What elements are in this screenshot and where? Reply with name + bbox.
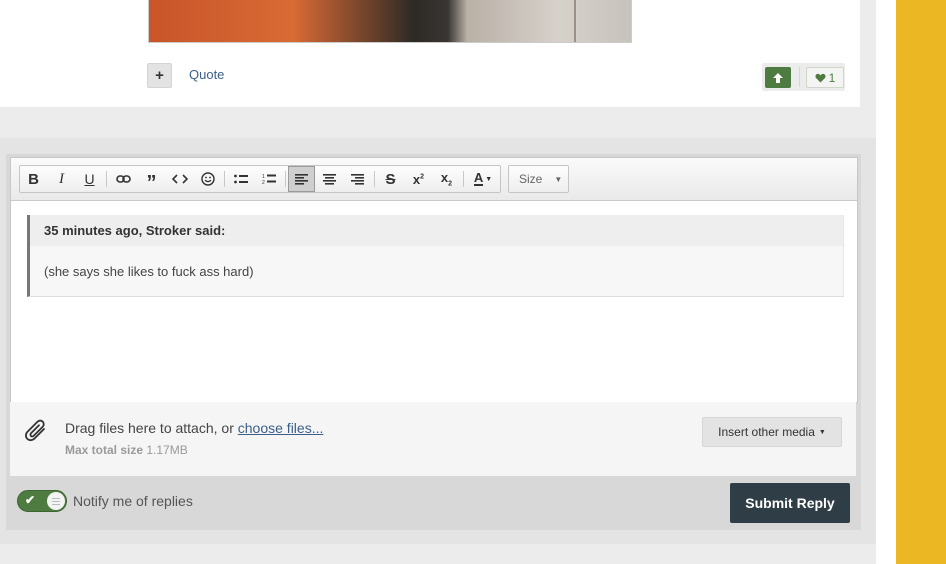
toolbar-separator <box>224 171 225 187</box>
quote-link[interactable]: Quote <box>189 67 224 82</box>
align-center-button[interactable] <box>316 166 343 192</box>
font-size-dropdown[interactable]: Size ▼ <box>508 165 569 193</box>
chevron-down-icon: ▼ <box>554 174 563 184</box>
toolbar-separator <box>106 171 107 187</box>
italic-button[interactable]: I <box>48 166 75 192</box>
align-left-button[interactable] <box>288 166 315 192</box>
side-stripe <box>896 0 946 564</box>
link-icon <box>116 175 131 183</box>
submit-reply-button[interactable]: Submit Reply <box>730 483 850 523</box>
heart-icon <box>815 73 826 83</box>
insert-media-button[interactable]: Insert other media ▼ <box>702 417 842 447</box>
attachment-area[interactable]: Drag files here to attach, or choose fil… <box>10 402 856 476</box>
post-image[interactable] <box>148 0 632 43</box>
attach-prompt-text: Drag files here to attach, or <box>65 420 238 436</box>
align-right-icon <box>350 173 364 185</box>
choose-files-link[interactable]: choose files... <box>238 420 324 436</box>
numbered-list-button[interactable]: 12 <box>255 166 282 192</box>
chevron-down-icon: ▼ <box>485 175 493 183</box>
code-icon <box>171 174 188 184</box>
emoji-button[interactable] <box>194 166 221 192</box>
notify-label: Notify me of replies <box>73 493 193 509</box>
notify-toggle[interactable]: ✔ <box>17 490 67 512</box>
superscript-button[interactable]: x2 <box>405 166 432 192</box>
blockquote-button[interactable]: ” <box>138 166 165 194</box>
toolbar-separator <box>285 171 286 187</box>
svg-text:2: 2 <box>262 180 265 185</box>
font-size-label: Size <box>519 172 543 186</box>
link-button[interactable] <box>110 166 137 192</box>
quote-text: (she says she likes to fuck ass hard) <box>44 264 254 279</box>
like-reaction-button[interactable]: 1 <box>806 67 844 88</box>
strikethrough-icon: S <box>385 170 396 188</box>
grip-lines-icon <box>52 497 60 505</box>
quote-marks-icon: ” <box>146 171 157 194</box>
numbered-list-icon: 12 <box>262 174 276 185</box>
quote-attribution: 35 minutes ago, Stroker said: <box>30 215 843 246</box>
editor-toolbar: B I U ” 12 S x2 x2 A ▼ Size ▼ <box>11 158 857 201</box>
like-count: 1 <box>828 70 836 85</box>
rich-text-editor[interactable]: B I U ” 12 S x2 x2 A ▼ Size ▼ 35 minutes… <box>10 157 858 403</box>
superscript-icon: x2 <box>412 171 425 187</box>
max-size-label: Max total size <box>65 443 144 457</box>
font-color-icon: A <box>473 170 484 186</box>
arrow-up-icon <box>773 72 783 83</box>
bold-button[interactable]: B <box>20 166 47 192</box>
insert-media-label: Insert other media <box>718 425 815 439</box>
align-left-icon <box>294 173 308 185</box>
multiquote-button[interactable]: + <box>147 63 172 88</box>
subscript-icon: x2 <box>440 170 453 188</box>
section-divider <box>0 107 876 123</box>
paperclip-icon <box>25 419 45 442</box>
toolbar-separator <box>463 171 464 187</box>
attach-prompt: Drag files here to attach, or choose fil… <box>65 420 323 436</box>
bullet-list-icon <box>233 174 248 183</box>
align-right-button[interactable] <box>344 166 371 192</box>
max-size-value: 1.17MB <box>146 443 188 457</box>
reply-footer: ✔ Notify me of replies Submit Reply <box>6 476 861 530</box>
reaction-divider <box>799 67 800 87</box>
underline-button[interactable]: U <box>76 166 103 192</box>
upvote-button[interactable] <box>765 67 791 88</box>
strikethrough-button[interactable]: S <box>377 166 404 192</box>
formatting-group: B I U ” 12 S x2 x2 A ▼ <box>19 165 501 194</box>
align-center-icon <box>322 173 336 185</box>
smiley-icon <box>200 172 215 186</box>
toggle-knob <box>47 492 65 510</box>
bullet-list-button[interactable] <box>227 166 254 192</box>
toolbar-separator <box>374 171 375 187</box>
text-color-button[interactable]: A ▼ <box>468 166 498 192</box>
code-button[interactable] <box>166 166 193 192</box>
checkmark-icon: ✔ <box>25 493 36 507</box>
chevron-down-icon: ▼ <box>818 428 826 436</box>
quote-block[interactable]: 35 minutes ago, Stroker said: (she says … <box>27 215 844 297</box>
subscript-button[interactable]: x2 <box>433 166 460 192</box>
sidebar-gap <box>876 0 896 564</box>
max-size-info: Max total size 1.17MB <box>65 443 188 457</box>
